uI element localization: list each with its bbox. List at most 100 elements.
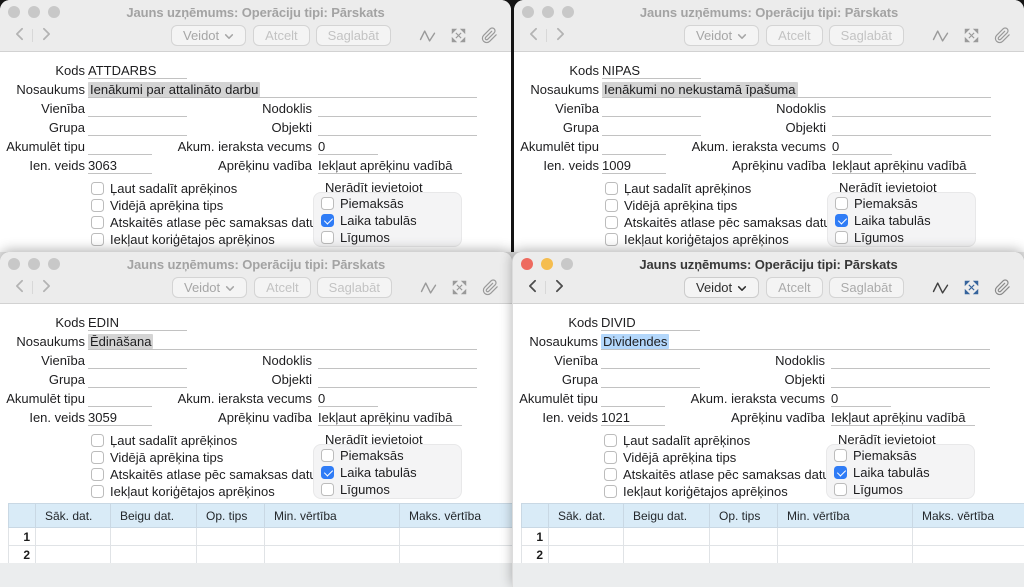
forward-button[interactable]	[37, 279, 55, 297]
cancel-button[interactable]: Atcelt	[253, 25, 310, 46]
table-cell[interactable]	[913, 528, 1024, 546]
minimize-window-button[interactable]	[28, 6, 40, 18]
zoom-window-button[interactable]	[48, 6, 60, 18]
kods-field[interactable]: NIPAS	[602, 63, 701, 79]
back-button[interactable]	[10, 279, 28, 297]
nosaukums-field[interactable]: Ēdināšana	[88, 334, 477, 350]
laut-sadalit-checkbox[interactable]	[91, 182, 104, 195]
atskaites-atlase-checkbox[interactable]	[91, 468, 104, 481]
grupa-field[interactable]	[88, 120, 187, 136]
akum-vecums-field[interactable]: 0	[318, 391, 378, 407]
table-cell[interactable]	[400, 528, 513, 546]
col-header-min-vertiba[interactable]: Min. vērtība	[778, 504, 913, 528]
zoom-window-button[interactable]	[48, 258, 60, 270]
title-bar[interactable]: Jauns uzņēmums: Operāciju tipi: Pārskats	[514, 0, 1024, 24]
table-cell[interactable]	[778, 546, 913, 564]
nosaukums-field[interactable]: Ienākumi par attalināto darbu	[88, 82, 477, 98]
vieniba-field[interactable]	[602, 101, 701, 117]
title-bar[interactable]: Jauns uzņēmums: Operāciju tipi: Pārskats	[0, 0, 511, 24]
videja-aprekina-checkbox[interactable]	[91, 451, 104, 464]
atskaites-atlase-checkbox[interactable]	[605, 216, 618, 229]
zoom-window-button[interactable]	[562, 6, 574, 18]
back-button[interactable]	[10, 27, 28, 45]
ien-veids-field[interactable]: 3063	[88, 158, 152, 174]
atskaites-atlase-checkbox[interactable]	[91, 216, 104, 229]
ieklaut-korigetajos-checkbox[interactable]	[91, 485, 104, 498]
nodoklis-field[interactable]	[318, 101, 477, 117]
akum-vecums-field[interactable]: 0	[318, 139, 378, 155]
laika-tabulas-checkbox[interactable]	[321, 466, 334, 479]
objekti-field[interactable]	[831, 372, 990, 388]
ligumos-checkbox[interactable]	[835, 231, 848, 244]
aprekinu-vadiba-field[interactable]: Iekļaut aprēķinu vadībā	[831, 410, 975, 426]
vieniba-field[interactable]	[88, 101, 187, 117]
table-cell[interactable]	[624, 546, 710, 564]
akum-vecums-field[interactable]: 0	[831, 391, 891, 407]
cancel-button[interactable]: Atcelt	[766, 277, 823, 298]
table-cell[interactable]	[265, 528, 400, 546]
laika-tabulas-checkbox[interactable]	[835, 214, 848, 227]
videja-aprekina-checkbox[interactable]	[604, 451, 617, 464]
expand-icon[interactable]	[449, 279, 469, 297]
laut-sadalit-checkbox[interactable]	[91, 434, 104, 447]
create-button[interactable]: Veidot	[171, 25, 246, 46]
akum-vecums-field[interactable]: 0	[832, 139, 892, 155]
videja-aprekina-checkbox[interactable]	[605, 199, 618, 212]
paperclip-icon[interactable]	[479, 27, 499, 45]
activity-icon[interactable]	[418, 279, 438, 297]
objekti-field[interactable]	[318, 372, 477, 388]
col-header-min-vertiba[interactable]: Min. vērtība	[265, 504, 400, 528]
nodoklis-field[interactable]	[831, 353, 990, 369]
nosaukums-field[interactable]: Dividendes	[601, 334, 990, 350]
back-button[interactable]	[523, 279, 541, 297]
col-header-maks-vertiba[interactable]: Maks. vērtība	[913, 504, 1024, 528]
close-window-button[interactable]	[8, 258, 20, 270]
kods-field[interactable]: EDIN	[88, 315, 187, 331]
akumulet-tipu-field[interactable]	[601, 391, 665, 407]
col-header-sak-dat[interactable]: Sāk. dat.	[36, 504, 111, 528]
forward-button[interactable]	[37, 27, 55, 45]
aprekinu-vadiba-field[interactable]: Iekļaut aprēķinu vadībā	[318, 410, 462, 426]
minimize-window-button[interactable]	[541, 258, 553, 270]
create-button[interactable]: Veidot	[172, 277, 247, 298]
laut-sadalit-checkbox[interactable]	[604, 434, 617, 447]
table-cell[interactable]	[400, 546, 513, 564]
laika-tabulas-checkbox[interactable]	[834, 466, 847, 479]
videja-aprekina-checkbox[interactable]	[91, 199, 104, 212]
col-header-maks-vertiba[interactable]: Maks. vērtība	[400, 504, 513, 528]
kods-field[interactable]: DIVID	[601, 315, 700, 331]
save-button[interactable]: Saglabāt	[316, 25, 391, 46]
save-button[interactable]: Saglabāt	[829, 25, 904, 46]
piemaksas-checkbox[interactable]	[321, 197, 334, 210]
laut-sadalit-checkbox[interactable]	[605, 182, 618, 195]
close-window-button[interactable]	[8, 6, 20, 18]
save-button[interactable]: Saglabāt	[317, 277, 392, 298]
table-cell[interactable]	[913, 546, 1024, 564]
akumulet-tipu-field[interactable]	[88, 391, 152, 407]
objekti-field[interactable]	[318, 120, 477, 136]
close-window-button[interactable]	[522, 6, 534, 18]
table-cell[interactable]	[778, 528, 913, 546]
nosaukums-field[interactable]: Ienākumi no nekustamā īpašuma	[602, 82, 991, 98]
table-cell[interactable]	[111, 546, 197, 564]
table-cell[interactable]	[549, 546, 624, 564]
ligumos-checkbox[interactable]	[321, 483, 334, 496]
minimize-window-button[interactable]	[542, 6, 554, 18]
zoom-window-button[interactable]	[561, 258, 573, 270]
col-header-beigu-dat[interactable]: Beigu dat.	[624, 504, 710, 528]
ien-veids-field[interactable]: 1009	[602, 158, 666, 174]
vieniba-field[interactable]	[88, 353, 187, 369]
nodoklis-field[interactable]	[318, 353, 477, 369]
table-cell[interactable]	[36, 546, 111, 564]
grupa-field[interactable]	[602, 120, 701, 136]
cancel-button[interactable]: Atcelt	[766, 25, 823, 46]
ligumos-checkbox[interactable]	[834, 483, 847, 496]
title-bar[interactable]: Jauns uzņēmums: Operāciju tipi: Pārskats	[513, 252, 1024, 276]
akumulet-tipu-field[interactable]	[602, 139, 666, 155]
expand-icon[interactable]	[448, 27, 468, 45]
table-cell[interactable]	[549, 528, 624, 546]
paperclip-icon[interactable]	[992, 27, 1012, 45]
table-cell[interactable]	[197, 528, 265, 546]
table-cell[interactable]	[710, 528, 778, 546]
close-window-button[interactable]	[521, 258, 533, 270]
